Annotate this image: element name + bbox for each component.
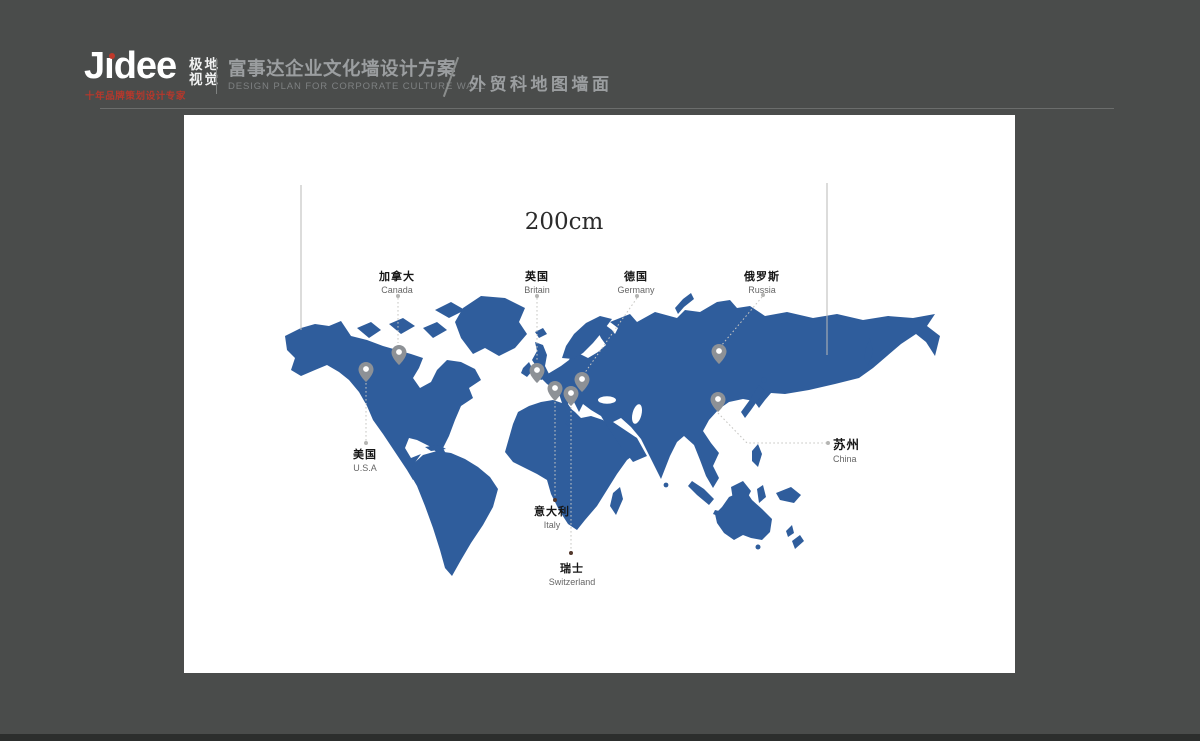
location-name-zh: 美国 bbox=[353, 446, 377, 462]
location-name-zh: 加拿大 bbox=[379, 268, 415, 284]
leader-line-suzhou bbox=[718, 413, 826, 443]
project-title: 富事达企业文化墙设计方案 bbox=[228, 55, 456, 81]
pin-hole bbox=[552, 385, 558, 391]
map-pin-britain bbox=[530, 363, 545, 383]
south-america bbox=[410, 445, 498, 576]
sicily-island bbox=[566, 421, 570, 425]
pin-hole bbox=[396, 349, 402, 355]
location-name-zh: 瑞士 bbox=[549, 560, 596, 576]
pin-icon bbox=[548, 381, 563, 401]
world-map bbox=[184, 115, 1015, 673]
hokkaido-island bbox=[761, 377, 767, 383]
location-name-zh: 意大利 bbox=[534, 503, 570, 519]
location-name-zh: 德国 bbox=[617, 268, 654, 284]
logo-tagline: 十年品牌策划设计专家 bbox=[85, 88, 186, 102]
footer-bar bbox=[0, 734, 1200, 741]
location-label-italy: 意大利Italy bbox=[534, 503, 570, 530]
header-vertical-divider bbox=[216, 58, 217, 94]
sri-lanka-island bbox=[664, 483, 669, 488]
anchor-dot-usa bbox=[364, 441, 368, 445]
pin-hole bbox=[534, 367, 540, 373]
section-title: 外贸科地图墙面 bbox=[469, 70, 613, 95]
location-name-en: Russia bbox=[744, 285, 780, 295]
presentation-background: Jıdee 极地 视觉 十年品牌策划设计专家 富事达企业文化墙设计方案 DESI… bbox=[0, 0, 1200, 741]
pin-icon bbox=[530, 363, 545, 383]
location-name-en: Britain bbox=[524, 285, 550, 295]
philippines bbox=[752, 444, 762, 467]
design-board: 200cm bbox=[184, 115, 1015, 673]
location-name-en: China bbox=[833, 454, 860, 464]
black-sea bbox=[598, 396, 616, 404]
pin-hole bbox=[363, 366, 369, 372]
location-label-switzerland: 瑞士Switzerland bbox=[549, 560, 596, 587]
header-rule bbox=[100, 108, 1114, 109]
location-label-britain: 英国Britain bbox=[524, 268, 550, 295]
location-label-germany: 德国Germany bbox=[617, 268, 654, 295]
anchor-dot-italy bbox=[553, 498, 557, 502]
location-label-canada: 加拿大Canada bbox=[379, 268, 415, 295]
map-pin-italy bbox=[548, 381, 563, 401]
location-label-usa: 美国U.S.A bbox=[353, 446, 377, 473]
location-name-zh: 苏州 bbox=[833, 434, 860, 453]
location-name-en: Germany bbox=[617, 285, 654, 295]
anchor-dot-suzhou bbox=[826, 441, 830, 445]
jidee-logo: Jıdee bbox=[84, 46, 176, 86]
pin-hole bbox=[579, 376, 585, 382]
location-name-en: Italy bbox=[534, 520, 570, 530]
new-zealand bbox=[786, 525, 804, 549]
greenland bbox=[455, 296, 547, 356]
pin-hole bbox=[716, 348, 722, 354]
location-name-zh: 英国 bbox=[524, 268, 550, 284]
location-label-russia: 俄罗斯Russia bbox=[744, 268, 780, 295]
anchor-dot-switzerland bbox=[569, 551, 573, 555]
logo-red-dot bbox=[109, 53, 115, 59]
location-name-en: U.S.A bbox=[353, 463, 377, 473]
location-name-zh: 俄罗斯 bbox=[744, 268, 780, 284]
location-name-en: Switzerland bbox=[549, 577, 596, 587]
tasmania-island bbox=[756, 545, 761, 550]
pin-hole bbox=[715, 396, 721, 402]
pin-hole bbox=[568, 390, 574, 396]
location-name-en: Canada bbox=[379, 285, 415, 295]
arctic-islands bbox=[357, 302, 465, 338]
location-label-suzhou: 苏州China bbox=[833, 434, 860, 464]
